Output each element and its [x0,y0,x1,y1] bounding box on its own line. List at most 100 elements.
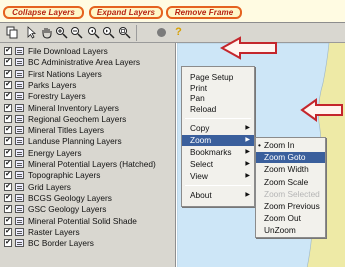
zoom-extent-icon[interactable] [118,26,131,39]
menu-item-reload[interactable]: Reload [182,104,254,115]
menu-pointer-arrow [300,98,344,124]
submenu-item-zoom-in[interactable]: • Zoom In [256,140,325,151]
pan-hand-icon[interactable] [40,26,53,39]
menu-item-label: View [190,171,208,181]
expand-layers-button[interactable]: Expand Layers [89,6,163,19]
layer-checkbox[interactable]: ✔ [4,239,12,248]
help-icon[interactable]: ? [172,26,185,39]
stop-icon[interactable] [155,26,168,39]
remove-frame-button[interactable]: Remove Frame [166,6,242,19]
zoom-in-icon[interactable] [55,26,68,39]
submenu-item-zoom-out[interactable]: Zoom Out [256,213,325,224]
layer-label: Raster Layers [28,226,80,237]
menu-item-view[interactable]: View ▶ [182,171,254,182]
toolbar-pointer-arrow [219,36,280,62]
legend-icon[interactable] [15,47,24,55]
copy-icon[interactable] [6,26,19,39]
menu-item-print[interactable]: Print [182,83,254,94]
layer-checkbox[interactable]: ✔ [4,114,12,123]
menu-item-label: Copy [190,123,210,133]
menu-item-label: Zoom Selected [264,188,320,199]
layer-label: First Nations Layers [28,68,102,79]
menu-item-label: UnZoom [264,225,296,236]
legend-icon[interactable] [15,126,24,135]
layer-checkbox[interactable]: ✔ [4,205,12,214]
layer-checkbox[interactable]: ✔ [4,148,12,157]
legend-icon[interactable] [15,103,24,112]
menu-item-label: Zoom Width [264,164,309,175]
layer-label: BC Administrative Area Layers [28,57,141,68]
map-toolbar: ? [0,23,345,43]
layer-checkbox[interactable]: ✔ [4,126,12,135]
menu-item-about[interactable]: About ▶ [182,190,254,201]
submenu-arrow-icon: ▶ [245,149,250,155]
layer-label: Mineral Potential Layers (Hatched) [28,159,156,169]
layer-label: Parks Layers [28,79,77,90]
legend-icon[interactable] [15,193,24,202]
frame-controls-bar: Collapse Layers Expand Layers Remove Fra… [0,0,345,22]
menu-item-label: Bookmarks [190,147,232,157]
checked-bullet-icon: • [258,140,261,150]
legend-icon[interactable] [15,148,24,157]
layer-label: Grid Layers [28,181,71,192]
menu-item-bookmarks[interactable]: Bookmarks ▶ [182,147,254,158]
legend-icon[interactable] [15,58,24,67]
menu-separator [185,118,251,119]
submenu-item-zoom-previous[interactable]: Zoom Previous [256,201,325,212]
layer-checkbox[interactable]: ✔ [4,80,12,89]
legend-icon[interactable] [15,205,24,214]
submenu-arrow-icon: ▶ [245,192,250,198]
submenu-item-zoom-selected: Zoom Selected [256,189,325,200]
submenu-item-zoom-width[interactable]: Zoom Width [256,164,325,175]
zoom-out-icon[interactable] [70,26,83,39]
legend-icon[interactable] [15,137,24,146]
layer-label: Mineral Inventory Layers [28,102,119,113]
submenu-item-zoom-scale[interactable]: Zoom Scale [256,177,325,188]
layer-checkbox[interactable]: ✔ [4,193,12,202]
zoom-next-icon[interactable] [102,26,115,39]
legend-icon[interactable] [15,92,24,101]
layer-label: File Download Layers [28,46,108,56]
legend-icon[interactable] [15,69,24,78]
layer-checkbox[interactable]: ✔ [4,103,12,112]
legend-icon[interactable] [15,160,24,168]
menu-item-label: Zoom Out [264,213,301,224]
layer-checkbox[interactable]: ✔ [4,137,12,146]
submenu-item-unzoom[interactable]: UnZoom [256,225,325,236]
menu-item-page-setup[interactable]: Page Setup [182,72,254,83]
legend-icon[interactable] [15,171,24,180]
layer-checkbox[interactable]: ✔ [4,92,12,101]
menu-item-pan[interactable]: Pan [182,93,254,104]
menu-item-copy[interactable]: Copy ▶ [182,123,254,134]
menu-item-label: Zoom [190,135,212,145]
layer-checkbox[interactable]: ✔ [4,47,12,55]
menu-separator [185,185,251,186]
layer-checkbox[interactable]: ✔ [4,171,12,180]
legend-icon[interactable] [15,80,24,89]
legend-icon[interactable] [15,239,24,248]
legend-icon[interactable] [15,216,24,225]
layer-label: Forestry Layers [28,91,86,102]
submenu-item-zoom-goto[interactable]: Zoom Goto [256,152,325,164]
layer-label: Mineral Potential Solid Shade [28,215,137,226]
collapse-layers-button[interactable]: Collapse Layers [3,6,84,19]
legend-icon[interactable] [15,182,24,191]
zoom-submenu: • Zoom In Zoom Goto Zoom Width Zoom Scale Zoo… [255,137,326,238]
legend-icon[interactable] [15,227,24,236]
layer-label: GSC Geology Layers [28,204,107,215]
zoom-previous-icon[interactable] [87,26,100,39]
layer-label: Topographic Layers [28,170,101,181]
layer-checkbox[interactable]: ✔ [4,58,12,67]
layer-checkbox[interactable]: ✔ [4,227,12,236]
menu-item-label: Page Setup [190,72,234,82]
menu-item-select[interactable]: Select ▶ [182,159,254,170]
layer-checkbox[interactable]: ✔ [4,182,12,191]
menu-item-zoom[interactable]: Zoom ▶ [182,135,254,146]
layer-list-panel: ✔ File Download Layers ✔ BC Administrative … [0,43,176,267]
layer-checkbox[interactable]: ✔ [4,216,12,225]
layer-checkbox[interactable]: ✔ [4,69,12,78]
arrow-select-icon[interactable] [25,26,38,39]
layer-checkbox[interactable]: ✔ [4,160,12,168]
legend-icon[interactable] [15,114,24,123]
menu-item-label: Pan [190,93,205,103]
